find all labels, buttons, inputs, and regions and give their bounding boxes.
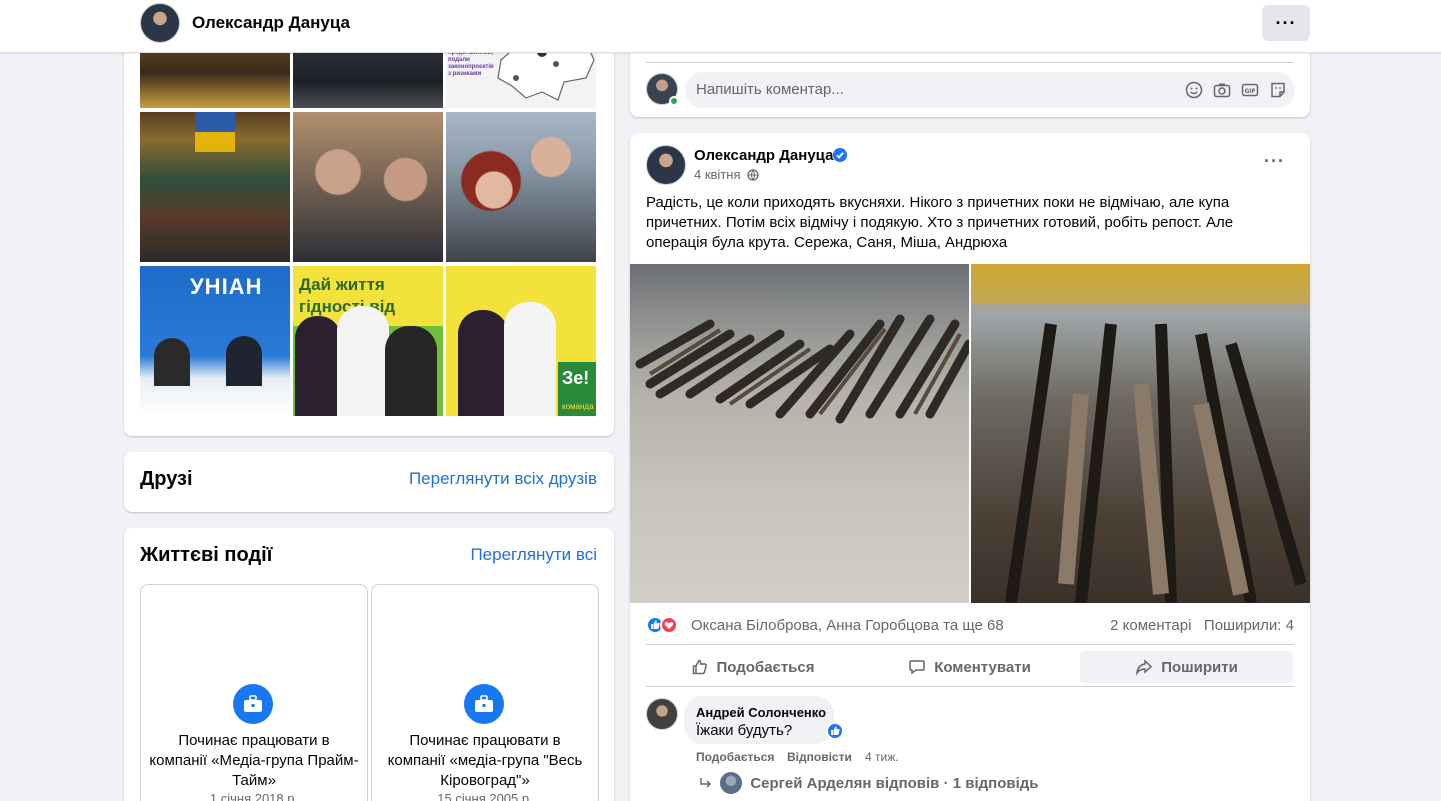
comment-button[interactable]: Коментувати — [863, 651, 1076, 683]
emoji-icon[interactable] — [1185, 81, 1203, 99]
more-options-button[interactable]: ··· — [1262, 5, 1310, 41]
comment-input[interactable]: Напишіть коментар... GIF — [685, 72, 1295, 108]
divider — [646, 686, 1294, 687]
thumbs-up-icon — [692, 659, 707, 675]
photo-thumbnail[interactable] — [140, 112, 290, 262]
commenter-avatar[interactable] — [646, 698, 678, 730]
friends-title: Друзі — [140, 468, 193, 490]
person-shape — [295, 316, 341, 416]
briefcase-icon — [233, 684, 273, 724]
photo-thumbnail[interactable]: Дай життя гідності від — [293, 266, 443, 416]
shares-count-link[interactable]: Поширили: 4 — [1204, 617, 1294, 634]
life-event-date: 1 січня 2018 р. — [209, 791, 299, 801]
reply-arrow-icon — [700, 778, 712, 788]
person-shape — [337, 306, 389, 416]
comment-placeholder: Напишіть коментар... — [696, 81, 844, 98]
share-icon — [1136, 659, 1153, 676]
person-shape — [385, 326, 437, 416]
see-all-friends-link[interactable]: Переглянути всіх друзів — [409, 469, 597, 489]
life-event-item[interactable]: Починає працювати в компанії «медіа-груп… — [371, 584, 599, 801]
online-status-dot — [669, 96, 679, 106]
sticker-icon[interactable] — [1269, 81, 1287, 99]
comment-time[interactable]: 4 тиж. — [865, 750, 899, 764]
post-photo-right[interactable] — [971, 264, 1310, 603]
love-reaction-icon — [660, 616, 678, 634]
profile-avatar[interactable] — [140, 3, 180, 43]
ze-badge: Зе! — [562, 368, 590, 388]
post-photo-left[interactable] — [630, 264, 969, 603]
photo-caption: представників, подали законопроєктів з р… — [448, 50, 494, 77]
photos-card: представників, подали законопроєктів з р… — [124, 20, 614, 436]
life-event-item[interactable]: Починає працювати в компанії «Медіа-груп… — [140, 584, 368, 801]
profile-name[interactable]: Олександр Дануца — [192, 13, 350, 33]
comments-count-link[interactable]: 2 коментарі — [1110, 617, 1191, 634]
svg-text:GIF: GIF — [1244, 88, 1255, 95]
flag-shape — [195, 112, 235, 152]
person-shape — [154, 338, 190, 386]
post-card: Олександр Дануца 4 квітня ··· Радість, ц… — [630, 133, 1310, 801]
friends-card: Друзі Переглянути всіх друзів — [124, 452, 614, 512]
profile-header: Олександр Дануца ··· — [0, 0, 1441, 53]
post-date[interactable]: 4 квітня — [694, 167, 759, 184]
unian-logo: УНІАН — [190, 274, 263, 299]
comment-reply-link[interactable]: Відповісти — [787, 750, 852, 764]
see-all-events-link[interactable]: Переглянути всі — [470, 545, 597, 565]
life-event-text: Починає працювати в компанії «медіа-груп… — [387, 732, 583, 789]
life-events-card: Життєві події Переглянути всі Починає пр… — [124, 528, 614, 801]
reactions-names[interactable]: Оксана Білоброва, Анна Горобцова та ще 6… — [691, 617, 1004, 634]
camera-icon[interactable] — [1213, 81, 1231, 99]
reply-avatar — [720, 772, 743, 794]
photo-thumbnail[interactable] — [293, 112, 443, 262]
author-avatar[interactable] — [646, 145, 686, 185]
person-shape — [458, 310, 508, 416]
globe-icon — [747, 169, 759, 184]
photo-thumbnail[interactable] — [446, 112, 596, 262]
photo-thumbnail[interactable]: УНІАН — [140, 266, 290, 416]
like-label: Подобається — [716, 658, 815, 676]
photo-thumbnail[interactable]: Зе! команда — [446, 266, 596, 416]
comment-label: Коментувати — [934, 658, 1031, 676]
share-button[interactable]: Поширити — [1080, 651, 1293, 683]
post-date-text[interactable]: 4 квітня — [694, 167, 741, 182]
person-shape — [226, 336, 262, 386]
comment-bubble: Андрей Солонченко Їжаки будуть? — [684, 696, 844, 744]
life-event-text: Починає працювати в компанії «Медіа-груп… — [149, 732, 359, 789]
life-event-date: 15 січня 2005 р. — [437, 791, 533, 801]
life-events-title: Життєві події — [140, 544, 273, 566]
like-button[interactable]: Подобається — [646, 651, 859, 683]
divider — [646, 62, 1294, 63]
ze-caption: команда — [562, 402, 594, 411]
share-label: Поширити — [1161, 658, 1238, 676]
gif-icon[interactable]: GIF — [1241, 81, 1259, 99]
divider — [646, 644, 1294, 645]
post-text: Радість, це коли приходять вкусняхи. Нік… — [646, 194, 1234, 251]
verified-badge-icon — [833, 148, 847, 162]
post-stats: 2 коментарі Поширили: 4 — [1110, 617, 1294, 634]
comment-like-link[interactable]: Подобається — [696, 750, 774, 764]
post-options-button[interactable]: ··· — [1264, 151, 1285, 172]
commenter-name[interactable]: Андрей Солонченко — [696, 705, 826, 720]
reply-summary-text: Сергей Арделян відповів · 1 відповідь — [750, 775, 1039, 792]
briefcase-icon — [464, 684, 504, 724]
comment-like-reaction-icon[interactable] — [826, 722, 844, 740]
view-replies-link[interactable]: Сергей Арделян відповів · 1 відповідь — [700, 772, 1039, 794]
comment-icon — [909, 660, 925, 675]
post-author-name[interactable]: Олександр Дануца — [694, 147, 833, 164]
person-shape — [504, 302, 556, 416]
comment-text: Їжаки будуть? — [696, 722, 793, 739]
